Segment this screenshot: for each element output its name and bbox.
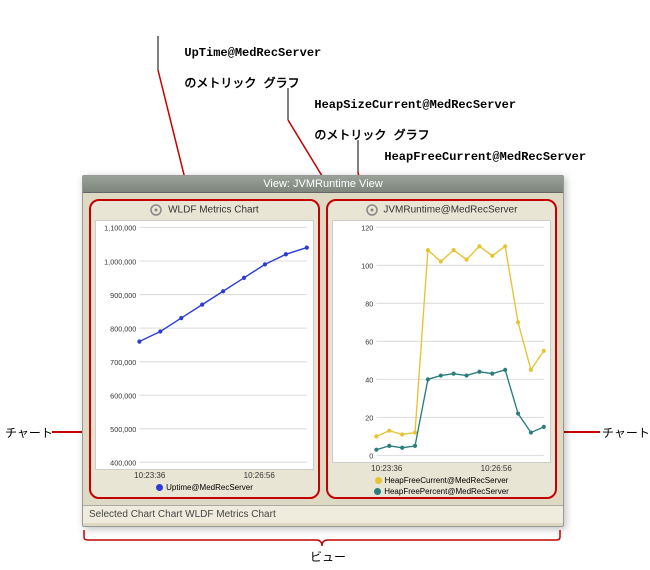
side-label-right: チャート <box>602 424 650 441</box>
chart-right-title-text: JVMRuntime@MedRecServer <box>383 205 517 216</box>
svg-text:400,000: 400,000 <box>110 458 136 467</box>
svg-text:100: 100 <box>361 261 373 270</box>
xtick: 10:26:56 <box>481 464 512 473</box>
chart-left-plot: 400,000 500,000 600,000 700,000 800,000 900,0… <box>95 220 314 470</box>
view-panel: View: JVMRuntime View WLDF Metrics Chart… <box>82 175 564 527</box>
svg-text:700,000: 700,000 <box>110 358 136 367</box>
side-stub-left <box>52 427 84 437</box>
svg-text:1,100,000: 1,100,000 <box>104 224 136 233</box>
xtick: 10:26:56 <box>244 471 275 480</box>
xtick: 10:23:36 <box>134 471 165 480</box>
annotation-uptime-sub: のメトリック グラフ <box>184 77 299 91</box>
status-bar: Selected Chart Chart WLDF Metrics Chart <box>83 505 563 523</box>
side-label-left: チャート <box>5 424 53 441</box>
chart-right-xticks: 10:23:36 10:26:56 <box>328 463 555 473</box>
chart-left-xticks: 10:23:36 10:26:56 <box>91 470 318 480</box>
gear-icon <box>366 204 378 216</box>
chart-right[interactable]: JVMRuntime@MedRecServer 020406080100120 … <box>326 199 557 499</box>
view-label-text: ビュー <box>310 550 346 564</box>
svg-text:120: 120 <box>361 223 373 232</box>
view-bracket <box>82 530 562 546</box>
svg-text:1,000,000: 1,000,000 <box>104 257 136 266</box>
svg-text:80: 80 <box>365 299 373 308</box>
svg-text:0: 0 <box>369 451 373 460</box>
chart-left-title-text: WLDF Metrics Chart <box>168 205 259 216</box>
status-bar-text: Selected Chart Chart WLDF Metrics Chart <box>89 509 276 520</box>
svg-text:900,000: 900,000 <box>110 291 136 300</box>
view-header: View: JVMRuntime View <box>83 176 563 193</box>
chart-right-plot: 0 20 40 60 80 100 120 <box>332 220 551 463</box>
charts-row: WLDF Metrics Chart 400,000 500,000 600,000… <box>83 193 563 505</box>
chart-right-legend: HeapFreeCurrent@MedRecServerHeapFreePerc… <box>328 473 555 499</box>
chart-left[interactable]: WLDF Metrics Chart 400,000 500,000 600,000… <box>89 199 320 499</box>
svg-text:600,000: 600,000 <box>110 391 136 400</box>
chart-left-legend: Uptime@MedRecServer <box>91 480 318 497</box>
svg-text:800,000: 800,000 <box>110 324 136 333</box>
svg-text:20: 20 <box>365 413 373 422</box>
chart-left-svg: 400,000 500,000 600,000 700,000 800,000 900,0… <box>96 221 313 469</box>
annotation-uptime: UpTime@MedRecServer のメトリック グラフ <box>170 30 321 92</box>
chart-left-title: WLDF Metrics Chart <box>91 201 318 218</box>
xtick: 10:23:36 <box>371 464 402 473</box>
annotation-uptime-title: UpTime@MedRecServer <box>184 46 321 60</box>
gear-icon <box>150 204 162 216</box>
chart-right-title: JVMRuntime@MedRecServer <box>328 201 555 218</box>
svg-text:500,000: 500,000 <box>110 425 136 434</box>
view-header-text: View: JVMRuntime View <box>263 178 382 190</box>
view-label: ビュー <box>310 548 346 565</box>
side-label-left-text: チャート <box>5 426 53 440</box>
svg-text:60: 60 <box>365 337 373 346</box>
side-stub-right <box>562 427 602 437</box>
svg-text:40: 40 <box>365 375 373 384</box>
side-label-right-text: チャート <box>602 426 650 440</box>
annotation-heapsize-title: HeapSizeCurrent@MedRecServer <box>314 98 516 112</box>
annotation-heapfree-title: HeapFreeCurrent@MedRecServer <box>384 150 586 164</box>
chart-right-svg: 0 20 40 60 80 100 120 <box>333 221 550 462</box>
